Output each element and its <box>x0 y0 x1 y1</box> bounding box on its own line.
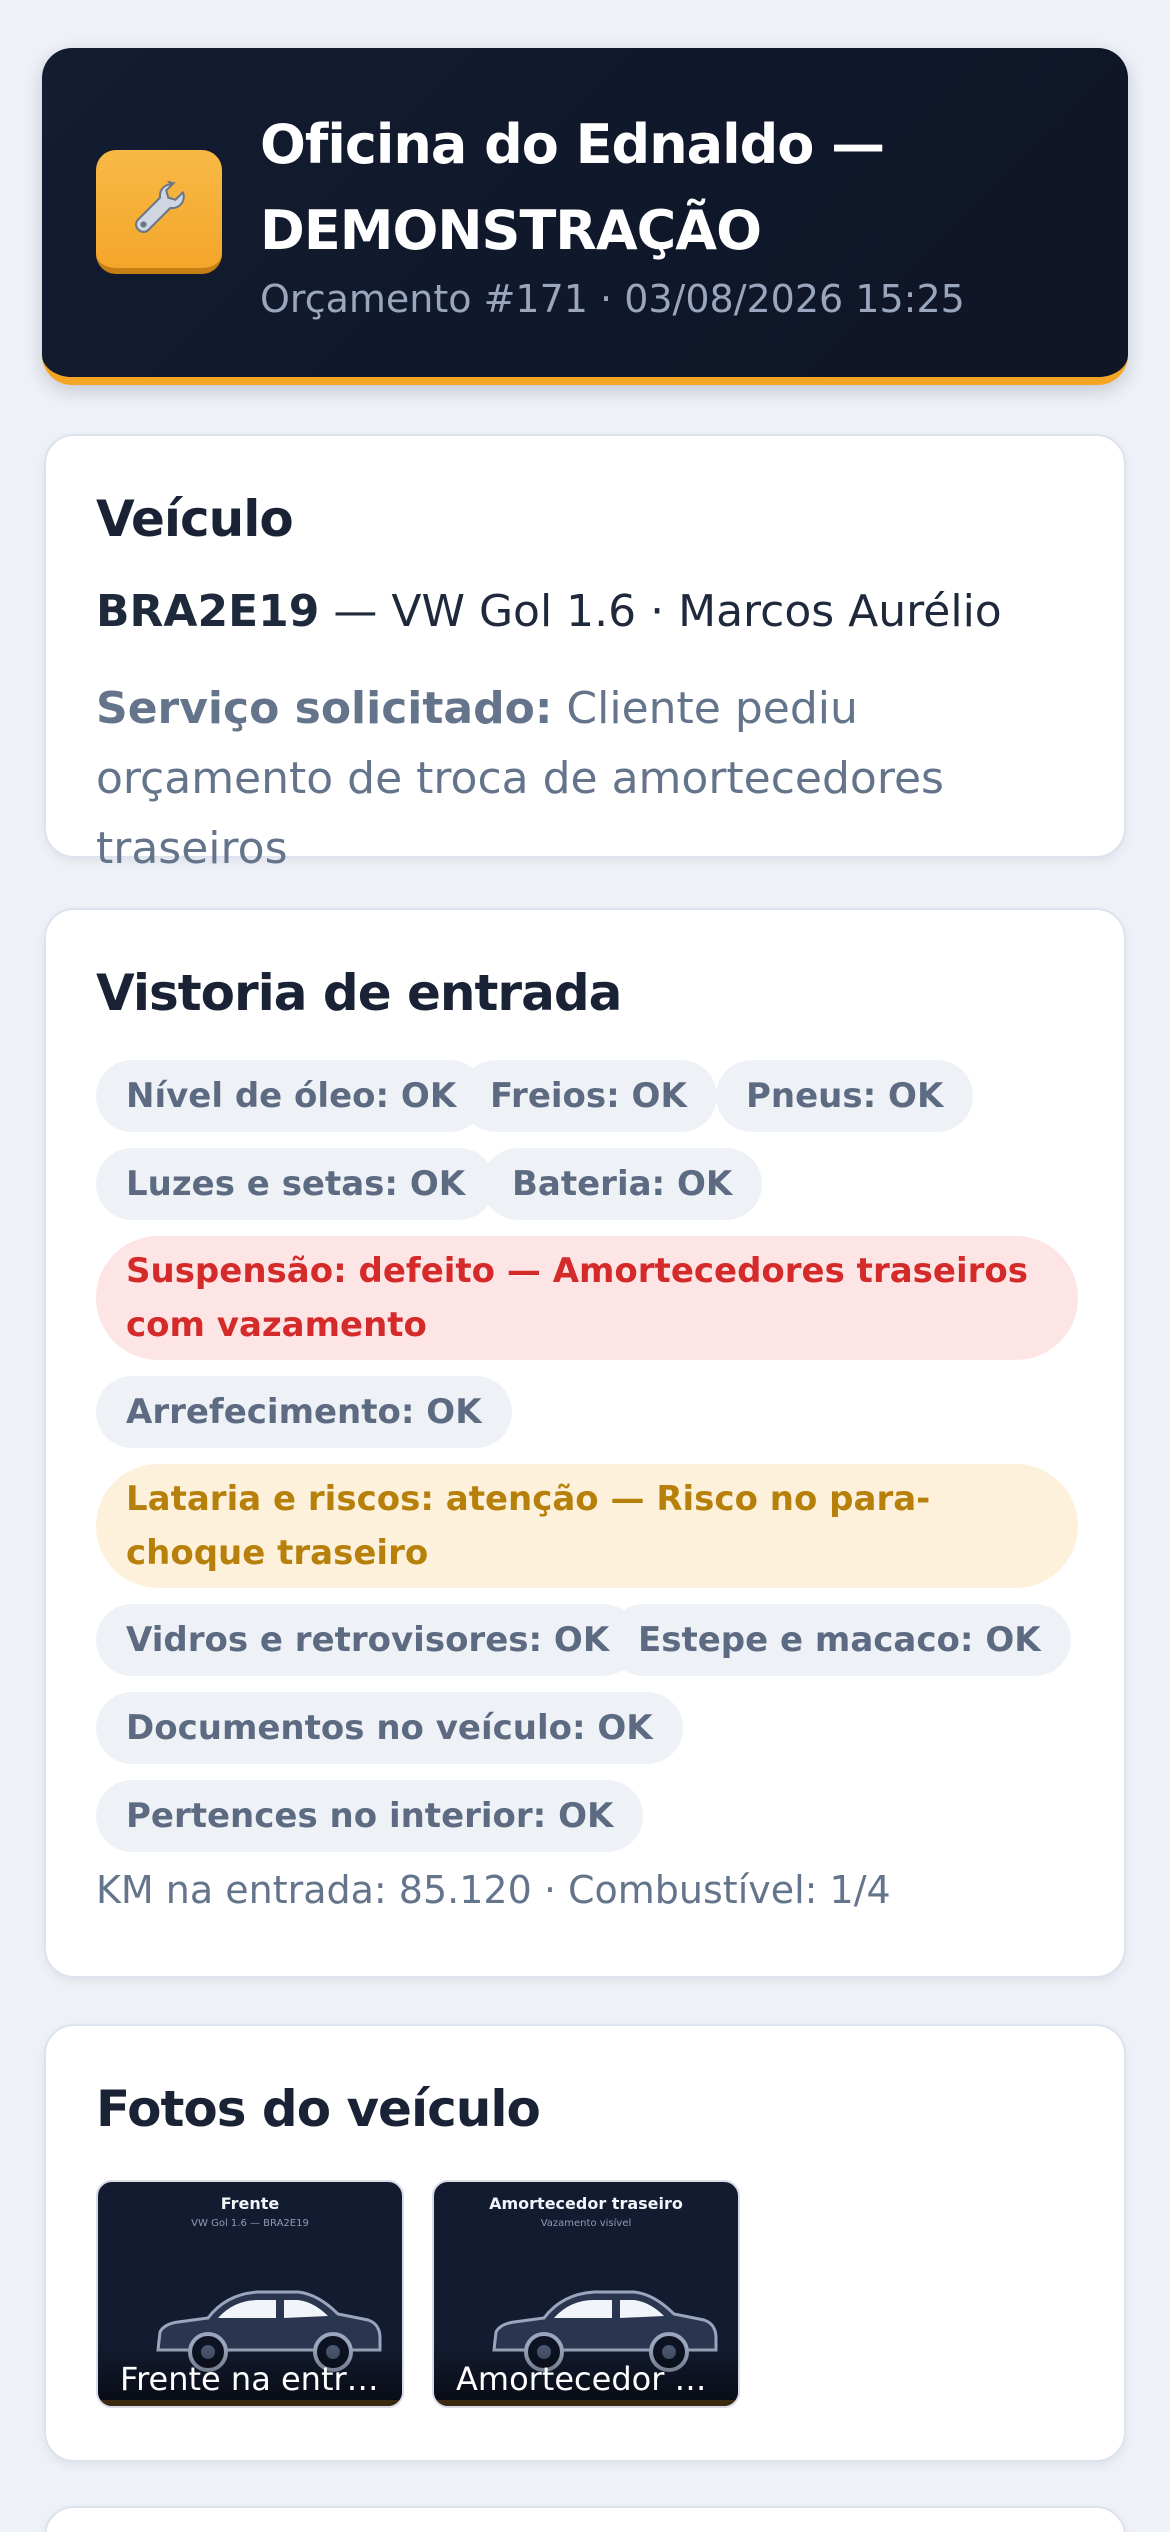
photo-caption: Amortecedor c… <box>434 2346 738 2406</box>
service-label: Serviço solicitado: <box>96 683 553 734</box>
inspection-chip-lights: Luzes e setas: OK <box>96 1148 496 1220</box>
workshop-header: Oficina do Ednaldo — DEMONSTRAÇÃO Orçame… <box>42 48 1128 385</box>
vehicle-card-title: Veículo <box>96 490 294 548</box>
photos-card-title: Fotos do veículo <box>96 2080 541 2138</box>
vehicle-summary: BRA2E19 — VW Gol 1.6 · Marcos Aurélio <box>96 586 1002 637</box>
inspection-chip-cooling: Arrefecimento: OK <box>96 1376 512 1448</box>
inspection-card: Vistoria de entrada Nível de óleo: OK Fr… <box>44 908 1126 1978</box>
photo-caption: Frente na entrada <box>98 2346 402 2406</box>
quote-subtitle: Orçamento #171 · 03/08/2026 15:25 <box>260 277 965 321</box>
inspection-chip-oil: Nível de óleo: OK <box>96 1060 487 1132</box>
inspection-chip-body: Lataria e riscos: atenção — Risco no par… <box>96 1464 1078 1588</box>
photo-image-title: Frente <box>220 2194 280 2213</box>
next-card <box>44 2506 1126 2532</box>
inspection-chip-brakes: Freios: OK <box>460 1060 717 1132</box>
inspection-card-title: Vistoria de entrada <box>96 964 622 1022</box>
service-requested: Serviço solicitado: Cliente pediu orçame… <box>96 674 1096 884</box>
photo-image-subtitle: VW Gol 1.6 — BRA2E19 <box>191 2218 309 2229</box>
inspection-chip-suspension: Suspensão: defeito — Amortecedores trase… <box>96 1236 1078 1360</box>
vehicle-plate: BRA2E19 <box>96 586 320 637</box>
photo-image-subtitle: Vazamento visível <box>540 2218 632 2229</box>
wrench-icon <box>96 150 222 274</box>
inspection-chip-battery: Bateria: OK <box>482 1148 763 1220</box>
vehicle-details: — VW Gol 1.6 · Marcos Aurélio <box>319 586 1002 637</box>
photo-thumbnail[interactable]: Amortecedor traseiro Vazamento visível A… <box>432 2180 740 2408</box>
photo-image-title: Amortecedor traseiro <box>489 2194 683 2213</box>
inspection-chip-tires: Pneus: OK <box>716 1060 974 1132</box>
inspection-chip-spare: Estepe e macaco: OK <box>608 1604 1071 1676</box>
inspection-chip-documents: Documentos no veículo: OK <box>96 1692 683 1764</box>
km-fuel-readout: KM na entrada: 85.120 · Combustível: 1/4 <box>96 1868 891 1912</box>
inspection-chip-glass: Vidros e retrovisores: OK <box>96 1604 640 1676</box>
vehicle-card: Veículo BRA2E19 — VW Gol 1.6 · Marcos Au… <box>44 434 1126 874</box>
page-title: Oficina do Ednaldo — DEMONSTRAÇÃO <box>260 113 885 262</box>
photo-thumbnail[interactable]: Frente VW Gol 1.6 — BRA2E19 Frente na en… <box>96 2180 404 2408</box>
inspection-chip-belongings: Pertences no interior: OK <box>96 1780 644 1852</box>
photos-card: Fotos do veículo Frente VW Gol 1.6 — BRA… <box>44 2024 1126 2462</box>
